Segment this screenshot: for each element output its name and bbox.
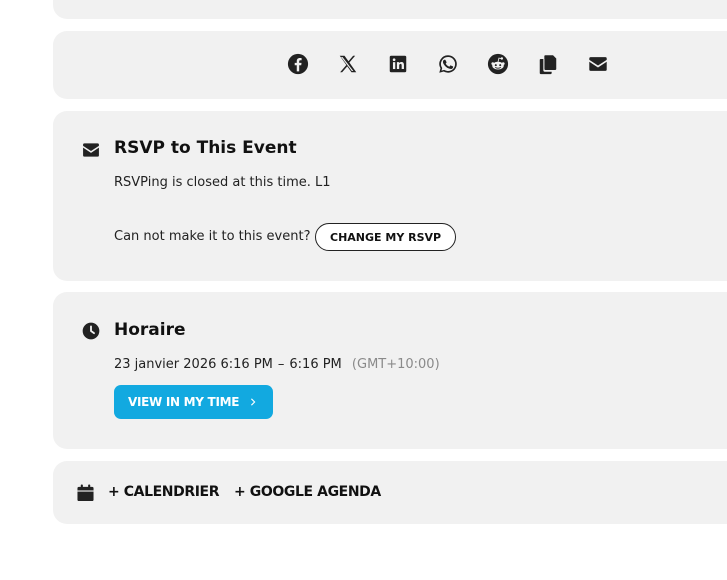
add-calendar-link[interactable]: + CALENDRIER xyxy=(108,484,219,500)
change-rsvp-button[interactable]: CHANGE MY RSVP xyxy=(315,223,457,251)
rsvp-closed-text: RSVPing is closed at this time. L1 xyxy=(114,175,331,190)
envelope-icon xyxy=(83,143,99,157)
schedule-section: Horaire 23 janvier 2026 6:16 PM –6:16 PM … xyxy=(53,292,727,449)
schedule-timezone: (GMT+10:00) xyxy=(351,357,440,372)
rsvp-section: RSVP to This Event RSVPing is closed at … xyxy=(53,111,727,281)
rsvp-title: RSVP to This Event xyxy=(114,138,297,158)
schedule-separator: – xyxy=(277,357,285,372)
schedule-datetime: 23 janvier 2026 6:16 PM –6:16 PM (GMT+10:… xyxy=(114,357,440,372)
schedule-title: Horaire xyxy=(114,320,186,340)
calendar-section: + CALENDRIER + GOOGLE AGENDA xyxy=(53,461,727,524)
clock-icon xyxy=(82,322,100,340)
facebook-icon[interactable] xyxy=(286,52,310,76)
view-in-my-time-label: VIEW IN MY TIME xyxy=(128,395,240,409)
schedule-start: 6:16 PM xyxy=(220,357,273,372)
copy-icon[interactable] xyxy=(536,52,560,76)
linkedin-icon[interactable] xyxy=(386,52,410,76)
email-icon[interactable] xyxy=(586,52,610,76)
whatsapp-icon[interactable] xyxy=(436,52,460,76)
share-icons-row xyxy=(286,52,636,76)
add-google-agenda-link[interactable]: + GOOGLE AGENDA xyxy=(234,484,381,500)
schedule-end: 6:16 PM xyxy=(289,357,342,372)
rsvp-cant-make-text: Can not make it to this event? xyxy=(114,229,311,244)
reddit-icon[interactable] xyxy=(486,52,510,76)
top-card xyxy=(53,0,727,19)
chevron-right-icon xyxy=(251,398,256,406)
view-in-my-time-button[interactable]: VIEW IN MY TIME xyxy=(114,385,273,419)
schedule-date: 23 janvier 2026 xyxy=(114,357,217,372)
x-icon[interactable] xyxy=(336,52,360,76)
share-bar xyxy=(53,31,727,99)
calendar-icon xyxy=(77,484,94,502)
